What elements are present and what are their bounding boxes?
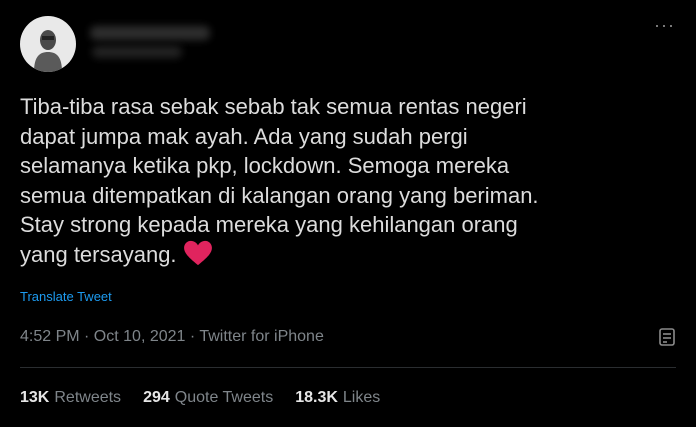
retweets-stat[interactable]: 13K Retweets [20,389,121,407]
tweet-card: ··· Tiba-tiba rasa sebak sebab tak semua… [0,0,696,427]
blurred-username[interactable] [92,46,182,58]
retweets-count: 13K [20,389,50,406]
divider [20,367,676,368]
quote-tweets-stat[interactable]: 294 Quote Tweets [143,389,273,407]
avatar-figure-icon [34,30,62,72]
likes-count: 18.3K [295,389,338,406]
more-options-icon[interactable]: ··· [654,16,676,34]
tweet-body: Tiba-tiba rasa sebak sebab tak semua ren… [20,94,539,267]
blurred-display-name[interactable] [90,26,210,40]
likes-label: Likes [342,389,381,406]
avatar[interactable] [20,16,76,72]
tweet-stats: 13K Retweets 294 Quote Tweets 18.3K Likes [20,389,380,407]
tweet-timestamp[interactable]: 4:52 PM · Oct 10, 2021 · Twitter for iPh… [20,328,324,346]
quote-tweets-count: 294 [143,389,170,406]
tweet-text: Tiba-tiba rasa sebak sebab tak semua ren… [20,92,670,270]
analytics-icon[interactable] [657,326,679,348]
translate-tweet-link[interactable]: Translate Tweet [20,289,112,304]
quote-tweets-label: Quote Tweets [174,389,274,406]
retweets-label: Retweets [54,389,122,406]
likes-stat[interactable]: 18.3K Likes [295,389,380,407]
heart-icon [183,240,212,266]
